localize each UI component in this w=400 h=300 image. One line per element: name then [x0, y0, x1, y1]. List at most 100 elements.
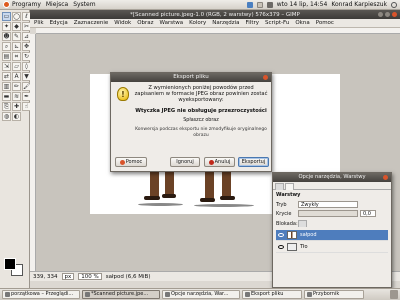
crop-tool-icon[interactable]: ⌗	[12, 52, 21, 61]
taskbar-item[interactable]: Eksport pliku	[242, 290, 302, 299]
export-warning: Wtyczka JPEG nie obsługuje przezroczysto…	[135, 108, 267, 114]
menu-filtry[interactable]: Filtry	[245, 20, 261, 26]
export-dialog: Eksport pliku ! Z wymienionych poniżej p…	[110, 72, 272, 172]
help-icon	[119, 159, 125, 165]
foreground-select-tool-icon[interactable]: ☻	[2, 32, 11, 41]
menu-kolory[interactable]: Kolory	[188, 20, 207, 26]
tab-layers[interactable]	[285, 183, 294, 190]
taskbar-item[interactable]: porzątkowa – Przeglądi...	[2, 290, 80, 299]
taskbar-item[interactable]: *Scanned picture.jpe...	[82, 290, 160, 299]
cancel-button[interactable]: Anuluj	[204, 157, 235, 167]
shear-tool-icon[interactable]: ▱	[12, 62, 21, 71]
power-icon[interactable]	[391, 1, 397, 8]
opacity-label: Krycie	[276, 210, 292, 217]
menu-warstwa[interactable]: Warstwa	[159, 20, 185, 26]
measure-tool-icon[interactable]: ⊾	[12, 42, 21, 51]
layer-info: sałpod (6,6 MiB)	[105, 273, 151, 280]
figure-leg	[205, 169, 214, 199]
align-tool-icon[interactable]: ▤	[2, 52, 11, 61]
menu-plik[interactable]: Plik	[33, 20, 45, 26]
clock[interactable]: wto 14 lip, 14:54	[277, 1, 328, 8]
zoom-tool-icon[interactable]: ⌕	[2, 42, 11, 51]
layer-thumbnail	[287, 243, 297, 251]
menu-okna[interactable]: Okna	[294, 20, 310, 26]
opacity-value[interactable]: 0,0	[360, 210, 376, 217]
flatten-option[interactable]: Spłaszcz obraz	[133, 118, 269, 124]
image-menubar: Plik Edycja Zaznaczenie Widok Obraz Wars…	[30, 19, 400, 28]
minimize-icon[interactable]	[378, 12, 383, 17]
ubuntu-logo-icon	[3, 1, 10, 8]
eraser-tool-icon[interactable]: ▬	[2, 92, 11, 101]
figure-shoe	[200, 198, 215, 202]
text-tool-icon[interactable]: A	[12, 72, 21, 81]
mode-select[interactable]: Zwykły	[298, 201, 358, 208]
paths-tool-icon[interactable]: ✎	[12, 32, 21, 41]
menu-programy[interactable]: Programy	[12, 1, 41, 8]
menu-narzedzia[interactable]: Narzędzia	[211, 20, 240, 26]
close-icon[interactable]	[263, 75, 268, 80]
export-dialog-titlebar[interactable]: Eksport pliku	[111, 73, 271, 82]
dodge-burn-tool-icon[interactable]: ◐	[12, 112, 21, 121]
applications-menu[interactable]: Programy	[3, 1, 41, 8]
airbrush-tool-icon[interactable]: ≋	[12, 92, 21, 101]
dialog-button-row: Pomoc Ignoruj Anuluj Eksportuj	[115, 157, 269, 167]
user-name[interactable]: Konrad Karpieszuk	[331, 1, 387, 8]
help-button[interactable]: Pomoc	[115, 157, 147, 167]
figure-shadow	[138, 203, 183, 206]
help-button-label: Pomoc	[125, 159, 143, 165]
maximize-icon[interactable]	[385, 12, 390, 17]
menu-miejsca[interactable]: Miejsca	[46, 1, 68, 8]
close-icon[interactable]	[392, 12, 397, 17]
gimp-icon	[307, 292, 312, 297]
scale-tool-icon[interactable]: ⇲	[2, 62, 11, 71]
network-icon[interactable]	[246, 1, 253, 8]
menu-script-fu[interactable]: Script-Fu	[264, 20, 290, 26]
taskbar-item[interactable]: Opcje narzędzia, War...	[162, 290, 240, 299]
layers-panel: Opcje narzędzia, Warstwy Warstwy Tryb Zw…	[272, 172, 392, 288]
zoom-select[interactable]: 100 %	[78, 273, 102, 280]
taskbar-item[interactable]: Przybornik	[304, 290, 364, 299]
layers-panel-title: Opcje narzędzia, Warstwy	[298, 174, 366, 180]
menu-obraz[interactable]: Obraz	[136, 20, 154, 26]
color-swatches[interactable]	[4, 258, 24, 276]
volume-icon[interactable]	[266, 1, 273, 8]
panel-tabs	[273, 182, 391, 190]
menu-system[interactable]: System	[73, 1, 95, 8]
trash-icon[interactable]	[390, 290, 398, 299]
tab-tool-options[interactable]	[275, 183, 284, 190]
gimp-icon	[165, 292, 170, 297]
ignore-button[interactable]: Ignoruj	[170, 157, 200, 167]
unit-select[interactable]: px	[61, 273, 75, 280]
heal-tool-icon[interactable]: ✚	[12, 102, 21, 111]
blend-tool-icon[interactable]: ▥	[2, 82, 11, 91]
lock-pixels-icon[interactable]	[298, 220, 307, 227]
figure-shoe	[162, 194, 176, 198]
pencil-tool-icon[interactable]: ✏	[12, 82, 21, 91]
image-window-titlebar[interactable]: *[Scanned picture.jpeg-1.0 (RGB, 2 warst…	[30, 10, 400, 19]
layer-row[interactable]: Tło	[276, 242, 388, 253]
foreground-color[interactable]	[4, 258, 16, 270]
menu-pomoc[interactable]: Pomoc	[315, 20, 335, 26]
flip-tool-icon[interactable]: ⇄	[2, 72, 11, 81]
color-select-tool-icon[interactable]: ◆	[12, 22, 21, 31]
cancel-icon	[208, 159, 214, 165]
export-button[interactable]: Eksportuj	[238, 157, 269, 167]
layers-panel-titlebar[interactable]: Opcje narzędzia, Warstwy	[273, 173, 391, 182]
visibility-eye-icon[interactable]	[278, 245, 284, 249]
menu-zaznaczenie[interactable]: Zaznaczenie	[73, 20, 110, 26]
close-icon[interactable]	[383, 175, 388, 180]
blur-tool-icon[interactable]: ◍	[2, 112, 11, 121]
mail-icon[interactable]	[256, 1, 263, 8]
visibility-eye-icon[interactable]	[278, 233, 284, 237]
fuzzy-select-tool-icon[interactable]: ✦	[2, 22, 11, 31]
mode-row: Tryb Zwykły	[276, 201, 358, 208]
taskbar-item-label: Opcje narzędzia, War...	[171, 291, 229, 297]
layer-row[interactable]: sałpod	[276, 230, 388, 241]
ellipse-select-tool-icon[interactable]: ◯	[12, 12, 21, 21]
rect-select-tool-icon[interactable]: ▭	[2, 12, 11, 21]
menu-edycja[interactable]: Edycja	[49, 20, 69, 26]
clone-tool-icon[interactable]: ⎘	[2, 102, 11, 111]
opacity-slider[interactable]	[298, 210, 358, 217]
cancel-button-label: Anuluj	[214, 159, 231, 165]
menu-widok[interactable]: Widok	[113, 20, 132, 26]
